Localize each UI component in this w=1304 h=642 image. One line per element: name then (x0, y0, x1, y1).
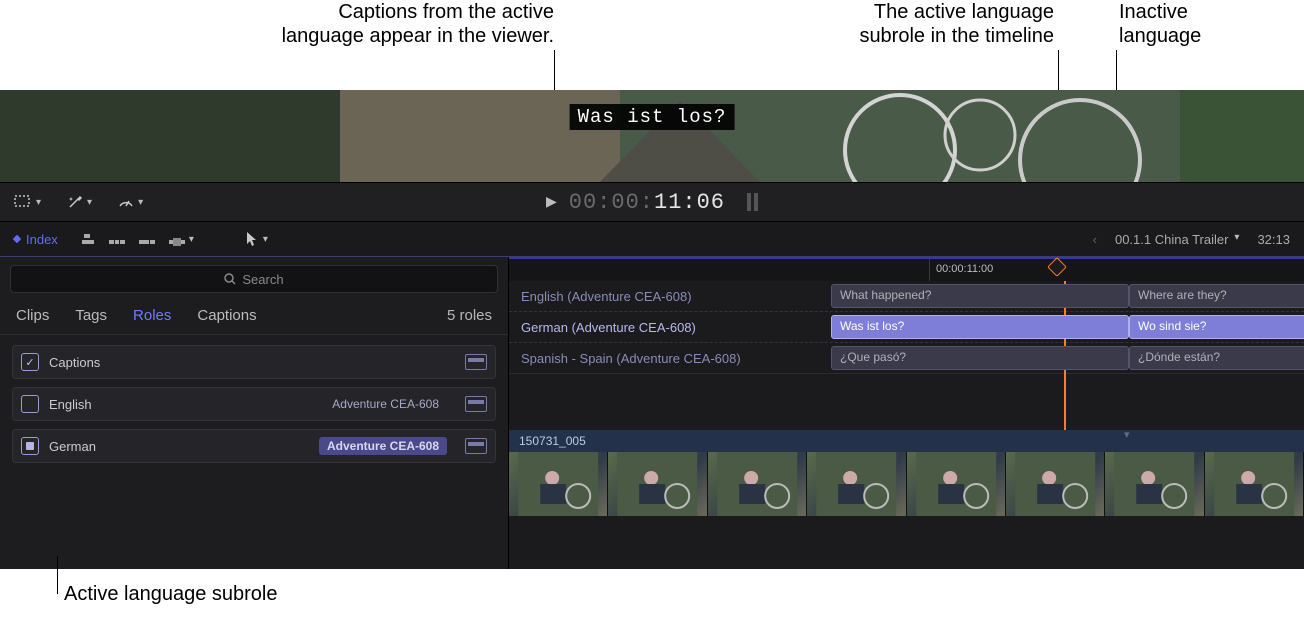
timecode-bright: 11:06 (654, 190, 725, 215)
filmstrip-thumb (807, 452, 906, 516)
caption-lane-spanish[interactable]: Spanish - Spain (Adventure CEA-608) ¿Que… (509, 343, 1304, 374)
role-badge (431, 360, 447, 364)
role-row-german[interactable]: German Adventure CEA-608 (12, 429, 496, 463)
timeline-gap (509, 374, 1304, 430)
marker-icon: ▾ (1124, 424, 1130, 446)
timecode-dim: 00:00: (569, 190, 654, 215)
retime-tool-menu[interactable]: ▾ (118, 194, 143, 210)
callout-active-subrole-tl: The active language subrole in the timel… (859, 0, 1054, 48)
role-list: ✓ Captions English Adventure CEA-608 Ger… (0, 334, 508, 473)
callout-active-subrole-panel: Active language subrole (64, 582, 277, 606)
chevron-down-icon: ▾ (87, 197, 92, 208)
role-row-english[interactable]: English Adventure CEA-608 (12, 387, 496, 421)
audio-meter-icon (747, 193, 758, 211)
chevron-down-icon: ▾ (138, 197, 143, 208)
role-badge: Adventure CEA-608 (324, 395, 447, 413)
caption-clip[interactable]: ¿Que pasó? (831, 346, 1129, 370)
filmstrip-thumb (608, 452, 707, 516)
caption-clip[interactable]: Where are they? (1129, 284, 1304, 308)
transport-toolbar: ▾ ▾ ▾ ▶ 00:00:11:06 (0, 182, 1304, 222)
viewer: Was ist los? (0, 90, 1304, 182)
insert-clip-icon[interactable] (108, 232, 126, 246)
chevron-down-icon: ▾ (1234, 232, 1239, 247)
ruler-tick-label: 00:00:11:00 (929, 259, 993, 281)
filmstrip-thumb (907, 452, 1006, 516)
caption-lane-german[interactable]: German (Adventure CEA-608) Was ist los? … (509, 312, 1304, 343)
tab-captions[interactable]: Captions (197, 307, 256, 324)
index-tabs: Clips Tags Roles Captions 5 roles (0, 301, 508, 334)
viewer-caption-overlay: Was ist los? (570, 104, 735, 130)
timeline[interactable]: 00:00:11:00 English (Adventure CEA-608) … (509, 257, 1304, 569)
role-label: Captions (49, 355, 100, 370)
lane-display-icon[interactable] (465, 396, 487, 412)
filmstrip-thumb (509, 452, 608, 516)
project-name: 00.1.1 China Trailer (1115, 232, 1228, 247)
app-window: Was ist los? ▾ ▾ ▾ ▶ 00:00:11:06 (0, 90, 1304, 566)
video-clip-name: 150731_005 (519, 430, 586, 452)
filmstrip-thumb (1105, 452, 1204, 516)
role-badge: Adventure CEA-608 (319, 437, 447, 455)
checkbox-checked-icon[interactable]: ✓ (21, 353, 39, 371)
enhance-tool-menu[interactable]: ▾ (67, 194, 92, 210)
chevron-down-icon: ▾ (189, 234, 194, 245)
playhead-icon[interactable] (1047, 257, 1067, 277)
filmstrip-thumb (708, 452, 807, 516)
project-duration: 32:13 (1257, 232, 1290, 247)
lane-display-icon[interactable] (465, 354, 487, 370)
append-clip-icon[interactable] (138, 232, 156, 246)
timeline-toolbar: Index ▾ ▾ ‹ 00.1.1 China Trailer ▾ 32:13 (0, 222, 1304, 257)
callout-inactive-lang: Inactive language (1119, 0, 1201, 48)
play-icon: ▶ (546, 194, 557, 211)
search-icon (224, 273, 236, 285)
callout-line (57, 556, 58, 594)
caption-lane-english[interactable]: English (Adventure CEA-608) What happene… (509, 281, 1304, 312)
lane-label: English (Adventure CEA-608) (509, 289, 829, 304)
timecode-display[interactable]: ▶ 00:00:11:06 (546, 190, 758, 215)
filmstrip-thumb (1205, 452, 1304, 516)
video-filmstrip[interactable] (509, 452, 1304, 516)
checkbox-active-icon[interactable] (21, 437, 39, 455)
diamond-icon (13, 235, 21, 243)
lane-label: Spanish - Spain (Adventure CEA-608) (509, 351, 829, 366)
role-count: 5 roles (447, 307, 492, 324)
role-label: English (49, 397, 92, 412)
project-name-menu[interactable]: 00.1.1 China Trailer ▾ (1115, 232, 1239, 247)
video-clip-header[interactable]: 150731_005 ▾ (509, 430, 1304, 452)
caption-clip[interactable]: Was ist los? (831, 315, 1129, 339)
search-input[interactable]: Search (10, 265, 498, 293)
caption-clip[interactable]: ¿Dónde están? (1129, 346, 1304, 370)
index-toggle[interactable]: Index (14, 232, 58, 247)
crop-tool-menu[interactable]: ▾ (14, 195, 41, 209)
timeline-ruler[interactable]: 00:00:11:00 (509, 259, 1304, 281)
history-back[interactable]: ‹ (1093, 232, 1097, 247)
role-label: German (49, 439, 96, 454)
timeline-index-panel: Search Clips Tags Roles Captions 5 roles… (0, 257, 509, 569)
index-label: Index (26, 232, 58, 247)
checkbox-empty-icon[interactable] (21, 395, 39, 413)
chevron-down-icon: ▾ (263, 234, 268, 245)
tab-clips[interactable]: Clips (16, 307, 49, 324)
tab-tags[interactable]: Tags (75, 307, 107, 324)
chevron-down-icon: ▾ (36, 197, 41, 208)
overwrite-clip-menu[interactable]: ▾ (168, 232, 194, 246)
filmstrip-thumb (1006, 452, 1105, 516)
callout-viewer-caption: Captions from the active language appear… (282, 0, 554, 48)
lane-label: German (Adventure CEA-608) (509, 320, 829, 335)
selection-tool-menu[interactable]: ▾ (246, 231, 268, 247)
caption-lanes: English (Adventure CEA-608) What happene… (509, 281, 1304, 516)
tab-roles[interactable]: Roles (133, 307, 171, 324)
role-row-captions[interactable]: ✓ Captions (12, 345, 496, 379)
connect-clip-icon[interactable] (80, 232, 96, 246)
caption-clip[interactable]: Wo sind sie? (1129, 315, 1304, 339)
search-placeholder: Search (242, 272, 283, 287)
lane-display-icon[interactable] (465, 438, 487, 454)
caption-clip[interactable]: What happened? (831, 284, 1129, 308)
